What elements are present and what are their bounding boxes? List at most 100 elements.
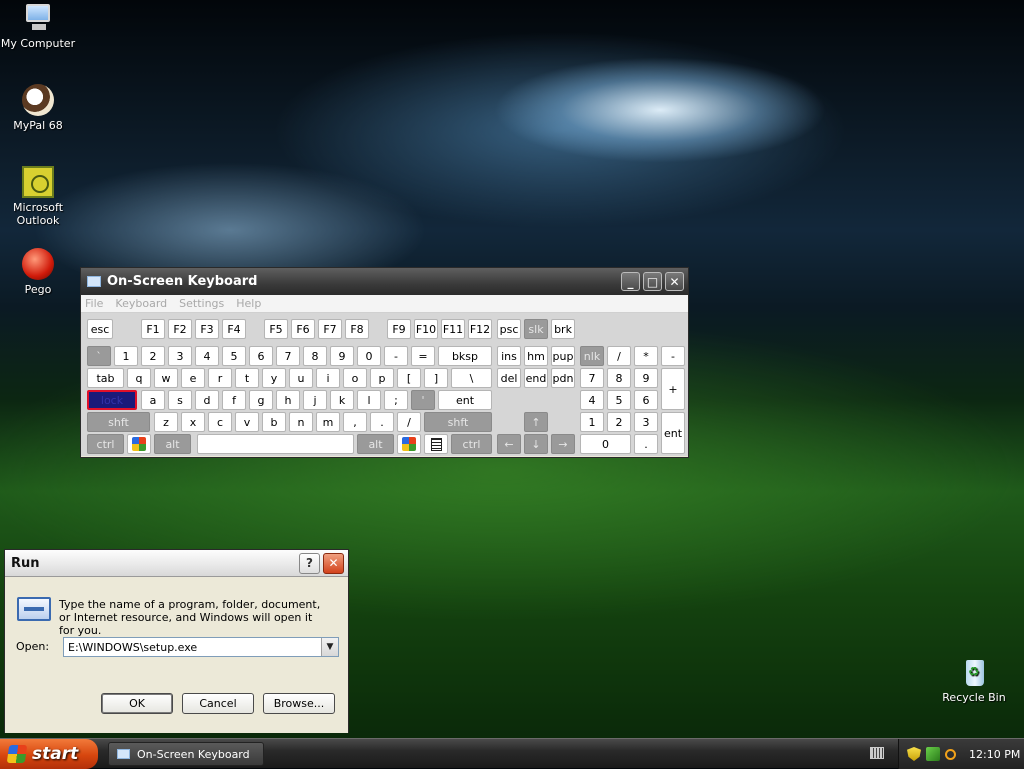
key-f1[interactable]: F1 [141, 319, 165, 339]
key-f2[interactable]: F2 [168, 319, 192, 339]
key-numpad-7[interactable]: 7 [580, 368, 604, 388]
key-left-windows[interactable] [127, 434, 151, 454]
key-f5[interactable]: F5 [264, 319, 288, 339]
desktop-icon-pego[interactable]: Pego [0, 248, 76, 296]
key-left-bracket[interactable]: [ [397, 368, 421, 388]
key-period[interactable]: . [370, 412, 394, 432]
desktop-icon-outlook[interactable]: Microsoft Outlook [0, 166, 76, 227]
key-right-alt[interactable]: alt [357, 434, 394, 454]
key-backspace[interactable]: bksp [438, 346, 492, 366]
search-icon[interactable] [945, 748, 956, 760]
key-right-ctrl[interactable]: ctrl [451, 434, 492, 454]
key-numpad-0[interactable]: 0 [580, 434, 631, 454]
key-space[interactable] [197, 434, 354, 454]
key-f8[interactable]: F8 [345, 319, 369, 339]
key-right-arrow[interactable]: → [551, 434, 575, 454]
key-w[interactable]: w [154, 368, 178, 388]
key-numpad-enter[interactable]: ent [661, 412, 685, 454]
key-f7[interactable]: F7 [318, 319, 342, 339]
key-insert[interactable]: ins [497, 346, 521, 366]
key-numpad-subtract[interactable]: - [661, 346, 685, 366]
maximize-button[interactable]: □ [643, 272, 662, 291]
key-d[interactable]: d [195, 390, 219, 410]
key-esc[interactable]: esc [87, 319, 113, 339]
key-k[interactable]: k [330, 390, 354, 410]
key-b[interactable]: b [262, 412, 286, 432]
osk-titlebar[interactable]: On-Screen Keyboard _ □ ✕ [81, 268, 688, 295]
key-right-windows[interactable] [397, 434, 421, 454]
cancel-button[interactable]: Cancel [182, 693, 254, 714]
key-right-bracket[interactable]: ] [424, 368, 448, 388]
key-end[interactable]: end [524, 368, 548, 388]
clock[interactable]: 12:10 PM [969, 748, 1020, 761]
chevron-down-icon[interactable]: ▼ [321, 638, 338, 656]
desktop-icon-recycle-bin[interactable]: Recycle Bin [936, 656, 1012, 704]
key-f4[interactable]: F4 [222, 319, 246, 339]
run-titlebar[interactable]: Run ? ✕ [5, 550, 348, 577]
key-numpad-1[interactable]: 1 [580, 412, 604, 432]
key-1[interactable]: 1 [114, 346, 138, 366]
start-button[interactable]: start [0, 739, 98, 769]
key-s[interactable]: s [168, 390, 192, 410]
key-6[interactable]: 6 [249, 346, 273, 366]
key-numpad-divide[interactable]: / [607, 346, 631, 366]
key-n[interactable]: n [289, 412, 313, 432]
key-z[interactable]: z [154, 412, 178, 432]
key-minus[interactable]: - [384, 346, 408, 366]
key-caps-lock[interactable]: lock [87, 390, 137, 410]
key-3[interactable]: 3 [168, 346, 192, 366]
key-equals[interactable]: = [411, 346, 435, 366]
key-left-arrow[interactable]: ← [497, 434, 521, 454]
key-t[interactable]: t [235, 368, 259, 388]
key-numpad-add[interactable]: + [661, 368, 685, 410]
key-5[interactable]: 5 [222, 346, 246, 366]
key-backslash[interactable]: \ [451, 368, 492, 388]
key-9[interactable]: 9 [330, 346, 354, 366]
key-numpad-2[interactable]: 2 [607, 412, 631, 432]
key-page-up[interactable]: pup [551, 346, 575, 366]
key-up-arrow[interactable]: ↑ [524, 412, 548, 432]
open-input[interactable]: E:\WINDOWS\setup.exe [68, 641, 197, 654]
menu-help[interactable]: Help [236, 297, 261, 310]
taskbar-item-on-screen-keyboard[interactable]: On-Screen Keyboard [108, 742, 264, 766]
key-j[interactable]: j [303, 390, 327, 410]
key-right-shift[interactable]: shft [424, 412, 492, 432]
key-f6[interactable]: F6 [291, 319, 315, 339]
key-numpad-4[interactable]: 4 [580, 390, 604, 410]
key-grave[interactable]: ` [87, 346, 111, 366]
key-x[interactable]: x [181, 412, 205, 432]
key-delete[interactable]: del [497, 368, 521, 388]
key-g[interactable]: g [249, 390, 273, 410]
minimize-button[interactable]: _ [621, 272, 640, 291]
key-numpad-decimal[interactable]: . [634, 434, 658, 454]
desktop-icon-mypal[interactable]: MyPal 68 [0, 84, 76, 132]
key-o[interactable]: o [343, 368, 367, 388]
key-l[interactable]: l [357, 390, 381, 410]
key-f10[interactable]: F10 [414, 319, 438, 339]
key-f3[interactable]: F3 [195, 319, 219, 339]
key-left-shift[interactable]: shft [87, 412, 150, 432]
key-7[interactable]: 7 [276, 346, 300, 366]
key-u[interactable]: u [289, 368, 313, 388]
open-combobox[interactable]: E:\WINDOWS\setup.exe ▼ [63, 637, 339, 657]
key-print-screen[interactable]: psc [497, 319, 521, 339]
key-numpad-multiply[interactable]: * [634, 346, 658, 366]
security-shield-icon[interactable] [907, 747, 921, 761]
key-i[interactable]: i [316, 368, 340, 388]
key-f12[interactable]: F12 [468, 319, 492, 339]
menu-file[interactable]: File [85, 297, 103, 310]
menu-settings[interactable]: Settings [179, 297, 224, 310]
key-8[interactable]: 8 [303, 346, 327, 366]
key-quote[interactable]: ' [411, 390, 435, 410]
key-break[interactable]: brk [551, 319, 575, 339]
key-y[interactable]: y [262, 368, 286, 388]
key-h[interactable]: h [276, 390, 300, 410]
key-m[interactable]: m [316, 412, 340, 432]
key-page-down[interactable]: pdn [551, 368, 575, 388]
browse-button[interactable]: Browse... [263, 693, 335, 714]
key-c[interactable]: c [208, 412, 232, 432]
key-v[interactable]: v [235, 412, 259, 432]
key-q[interactable]: q [127, 368, 151, 388]
key-numpad-6[interactable]: 6 [634, 390, 658, 410]
key-semicolon[interactable]: ; [384, 390, 408, 410]
